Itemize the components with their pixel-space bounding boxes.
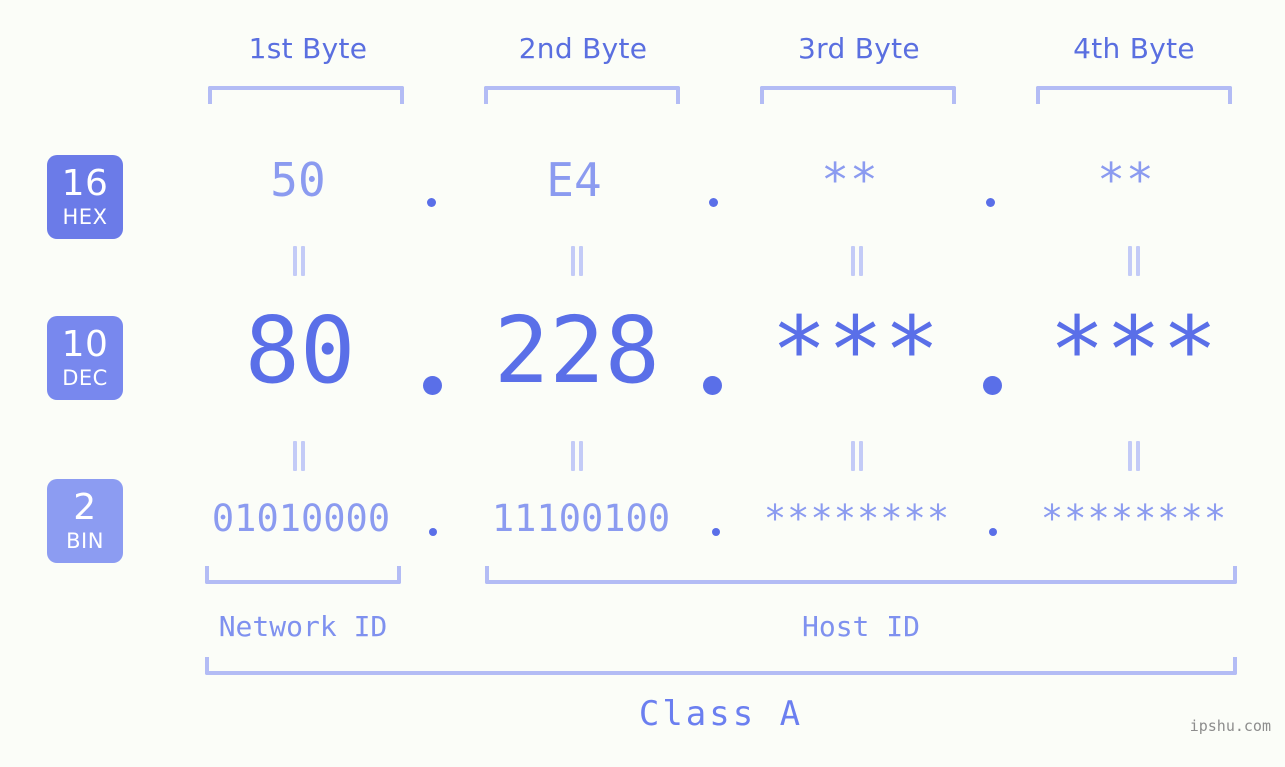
hex-byte-2-value: E4	[546, 153, 602, 207]
base-badge-bin-name: BIN	[66, 529, 104, 553]
base-badge-bin: 2 BIN	[47, 479, 123, 563]
dec-byte-1-value: 80	[244, 297, 356, 404]
network-id-bracket	[205, 566, 401, 584]
equals-mark-hex-dec-2	[569, 246, 585, 276]
base-badge-dec-number: 10	[61, 324, 109, 365]
byte-header-2: 2nd Byte	[518, 32, 648, 65]
dec-byte-4-value: ***	[1049, 297, 1219, 404]
hex-byte-4-value: **	[1097, 153, 1155, 207]
hex-byte-1-value: 50	[270, 153, 326, 207]
network-id-label: Network ID	[218, 610, 388, 643]
dec-byte-2-value: 228	[493, 297, 661, 404]
base-badge-hex-name: HEX	[62, 205, 108, 229]
bin-separator-2	[712, 528, 720, 536]
base-badge-bin-number: 2	[73, 487, 97, 528]
byte-header-1: 1st Byte	[248, 32, 368, 65]
dec-separator-1	[423, 376, 442, 395]
host-id-label: Host ID	[801, 610, 920, 643]
bin-separator-1	[429, 528, 437, 536]
equals-mark-hex-dec-3	[849, 246, 865, 276]
base-badge-hex-number: 16	[61, 163, 109, 204]
byte-header-3: 3rd Byte	[798, 32, 920, 65]
equals-mark-dec-bin-2	[569, 441, 585, 471]
equals-mark-hex-dec-1	[291, 246, 307, 276]
byte-header-4: 4th Byte	[1073, 32, 1195, 65]
equals-mark-dec-bin-3	[849, 441, 865, 471]
hex-separator-3	[986, 198, 995, 207]
byte-bracket-4	[1036, 86, 1232, 104]
class-label: Class A	[638, 694, 804, 734]
base-badge-hex: 16 HEX	[47, 155, 123, 239]
site-watermark: ipshu.com	[1189, 717, 1271, 735]
base-badge-dec: 10 DEC	[47, 316, 123, 400]
hex-separator-1	[427, 198, 436, 207]
hex-separator-2	[709, 198, 718, 207]
host-id-bracket	[485, 566, 1237, 584]
bin-separator-3	[989, 528, 997, 536]
hex-byte-3-value: **	[821, 153, 879, 207]
base-badge-dec-name: DEC	[62, 366, 108, 390]
class-bracket	[205, 657, 1237, 675]
dec-separator-2	[703, 376, 722, 395]
ip-address-breakdown-diagram: 1st Byte 2nd Byte 3rd Byte 4th Byte 16 H…	[0, 0, 1285, 767]
equals-mark-dec-bin-1	[291, 441, 307, 471]
bin-byte-3-value: ********	[763, 497, 951, 540]
dec-separator-3	[983, 376, 1002, 395]
bin-byte-2-value: 11100100	[491, 497, 671, 540]
bin-byte-1-value: 01010000	[211, 497, 391, 540]
equals-mark-dec-bin-4	[1126, 441, 1142, 471]
equals-mark-hex-dec-4	[1126, 246, 1142, 276]
dec-byte-3-value: ***	[771, 297, 941, 404]
byte-bracket-3	[760, 86, 956, 104]
byte-bracket-2	[484, 86, 680, 104]
byte-bracket-1	[208, 86, 404, 104]
bin-byte-4-value: ********	[1040, 497, 1228, 540]
